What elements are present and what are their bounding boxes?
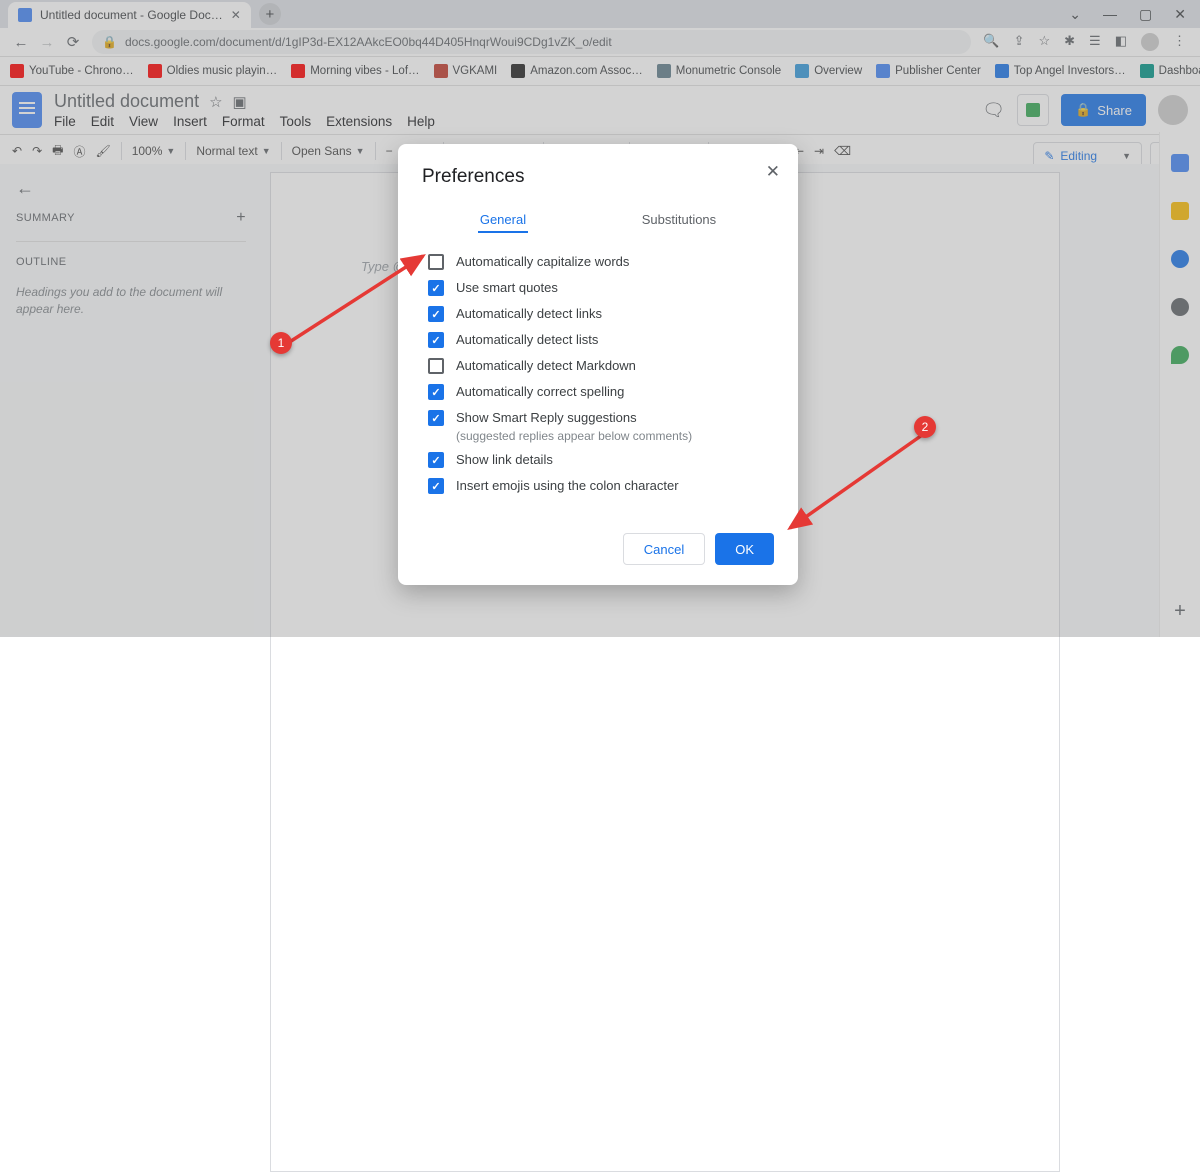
pref-label: Automatically capitalize words — [456, 254, 629, 269]
checkbox[interactable] — [428, 410, 444, 426]
checkbox[interactable] — [428, 358, 444, 374]
pref-subtext: (suggested replies appear below comments… — [456, 429, 774, 443]
dialog-title: Preferences — [422, 166, 774, 188]
tab-substitutions[interactable]: Substitutions — [640, 208, 718, 233]
pref-option[interactable]: Use smart quotes — [422, 275, 774, 301]
pref-label: Automatically detect Markdown — [456, 358, 636, 373]
pref-label: Show Smart Reply suggestions — [456, 410, 637, 425]
pref-label: Automatically detect links — [456, 306, 602, 321]
pref-label: Show link details — [456, 452, 553, 467]
pref-option[interactable]: Automatically correct spelling — [422, 379, 774, 405]
pref-option[interactable]: Automatically detect links — [422, 301, 774, 327]
checkbox[interactable] — [428, 332, 444, 348]
ok-button[interactable]: OK — [715, 533, 774, 565]
pref-option[interactable]: Show Smart Reply suggestions — [422, 405, 774, 431]
close-dialog-icon[interactable]: ✕ — [766, 162, 780, 182]
pref-option[interactable]: Automatically capitalize words — [422, 249, 774, 275]
tab-general[interactable]: General — [478, 208, 528, 233]
preferences-dialog: Preferences ✕ General Substitutions Auto… — [398, 144, 798, 585]
pref-label: Automatically detect lists — [456, 332, 598, 347]
annotation-badge-1: 1 — [270, 332, 292, 354]
pref-label: Use smart quotes — [456, 280, 558, 295]
checkbox[interactable] — [428, 306, 444, 322]
checkbox[interactable] — [428, 384, 444, 400]
pref-option[interactable]: Automatically detect Markdown — [422, 353, 774, 379]
pref-label: Automatically correct spelling — [456, 384, 624, 399]
checkbox[interactable] — [428, 452, 444, 468]
annotation-badge-2: 2 — [914, 416, 936, 438]
checkbox[interactable] — [428, 254, 444, 270]
checkbox[interactable] — [428, 478, 444, 494]
cancel-button[interactable]: Cancel — [623, 533, 705, 565]
pref-option[interactable]: Automatically detect lists — [422, 327, 774, 353]
pref-option[interactable]: Insert emojis using the colon character — [422, 473, 774, 499]
checkbox[interactable] — [428, 280, 444, 296]
pref-option[interactable]: Show link details — [422, 447, 774, 473]
pref-label: Insert emojis using the colon character — [456, 478, 679, 493]
